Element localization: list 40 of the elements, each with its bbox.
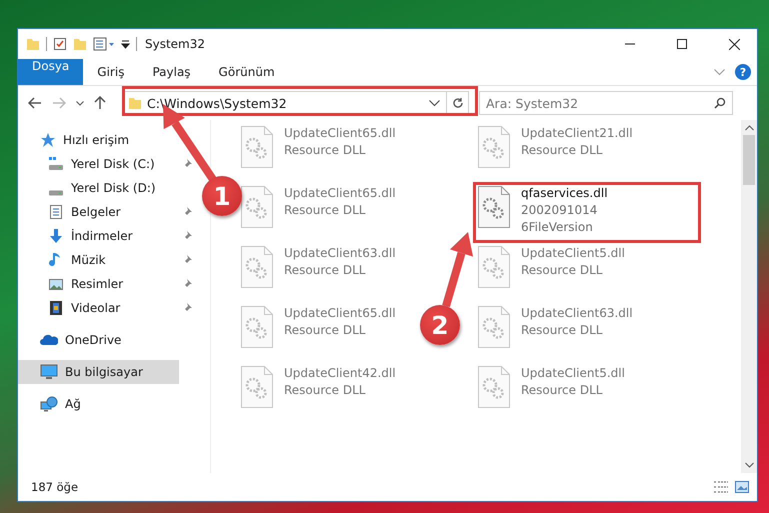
nav-item[interactable]: Hızlı erişim [18,128,136,152]
window-title: System32 [145,37,206,51]
nav-item[interactable]: Belgeler [18,200,127,224]
file-detail: 6FileVersion [521,219,594,236]
file-detail: 2002091014 [521,202,598,219]
file-detail: Resource DLL [284,262,366,279]
file-name[interactable]: UpdateClient42.dll [284,365,396,382]
file-name[interactable]: UpdateClient21.dll [521,125,633,142]
nav-item[interactable]: Bu bilgisayar [18,360,180,384]
nav-item[interactable]: Resimler [18,272,130,296]
nav-item[interactable]: Yerel Disk (D:) [18,176,162,200]
file-name[interactable]: UpdateClient63.dll [284,245,396,262]
file-name[interactable]: UpdateClient63.dll [521,305,633,322]
file-detail: Resource DLL [521,262,604,279]
file-name[interactable]: UpdateClient65.dll [284,305,396,322]
file-detail: Resource DLL [284,142,366,159]
nav-item[interactable]: Videolar [18,296,126,320]
ribbon-tab[interactable]: Paylaş [138,59,205,85]
search-field[interactable]: Ara: System32 [479,91,733,115]
file-name[interactable]: UpdateClient5.dll [521,245,625,262]
file-name[interactable]: UpdateClient5.dll [521,365,625,382]
ribbon-tab[interactable]: Giriş [83,59,138,85]
file-detail: Resource DLL [521,382,604,399]
help-button[interactable]: ? [735,64,751,80]
file-detail: Resource DLL [284,322,366,339]
file-name[interactable]: UpdateClient65.dll [284,185,396,202]
nav-item[interactable]: Ağ [18,392,87,416]
ribbon-tab[interactable]: Görünüm [204,59,289,85]
file-name[interactable]: UpdateClient65.dll [284,125,396,142]
file-detail: Resource DLL [284,382,366,399]
nav-item[interactable]: OneDrive [18,328,128,352]
file-detail: Resource DLL [521,322,604,339]
nav-item[interactable]: Yerel Disk (C:) [18,152,161,176]
item-count: 187 öğe [31,480,78,494]
file-menu-tab[interactable]: Dosya [18,59,84,85]
file-detail: Resource DLL [284,202,366,219]
nav-item[interactable]: Müzik [18,248,112,272]
file-detail: Resource DLL [521,142,604,159]
nav-item[interactable]: İndirmeler [18,224,139,248]
file-name[interactable]: qfaservices.dll [521,185,608,202]
